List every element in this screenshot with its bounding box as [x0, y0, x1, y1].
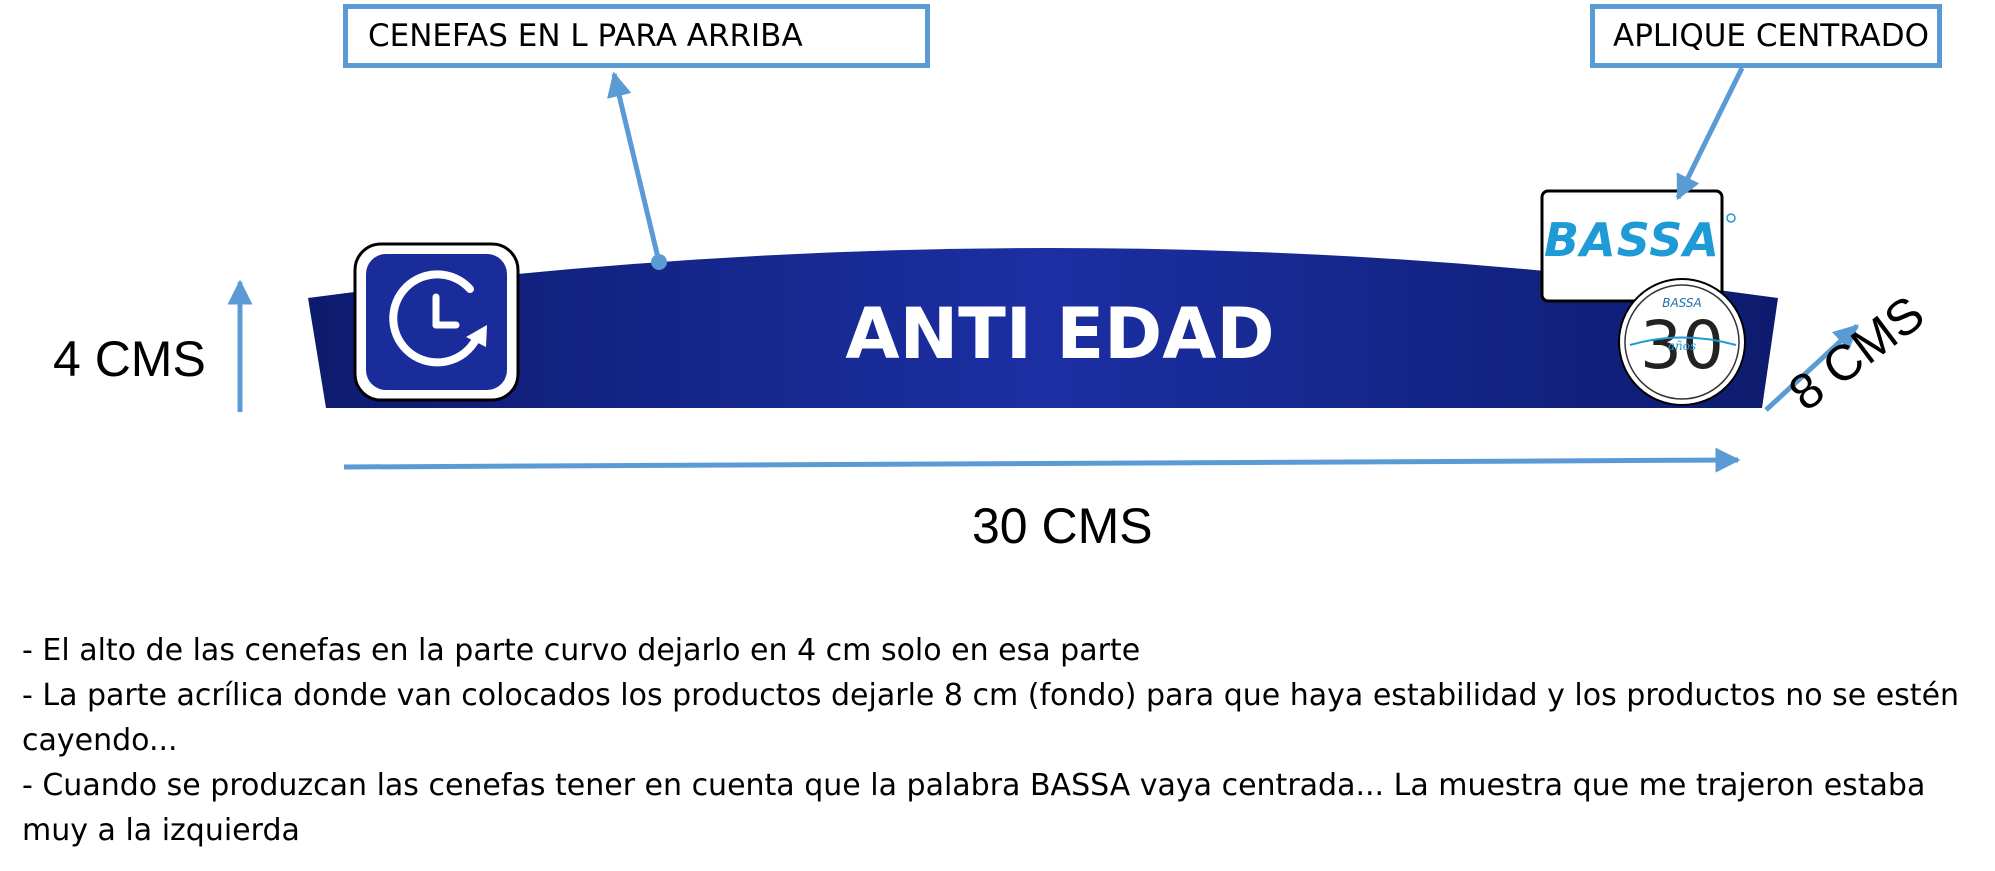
width-arrow — [343, 447, 1741, 473]
cenefas-pointer-arrow — [607, 71, 662, 263]
bassa-logo-text: BASSA — [1544, 213, 1720, 267]
banner-title: ANTI EDAD — [845, 293, 1274, 375]
callout-aplique-label: APLIQUE CENTRADO — [1613, 18, 1929, 54]
note-item: - El alto de las cenefas en la parte cur… — [22, 633, 1141, 668]
callout-cenefas-label: CENEFAS EN L PARA ARRIBA — [368, 18, 803, 54]
clock-refresh-icon — [353, 242, 520, 402]
note-item: - Cuando se produzcan las cenefas tener … — [22, 768, 1926, 848]
diagram-canvas: ANTI EDAD BASSA BASSA 30 años CENEFAS EN… — [0, 0, 1995, 871]
callout-aplique: APLIQUE CENTRADO — [1590, 4, 1942, 68]
anniversary-script: años — [1668, 339, 1696, 353]
aplique-pointer-arrow — [1675, 66, 1745, 201]
notes-list: - El alto de las cenefas en la parte cur… — [22, 628, 1972, 853]
callout-cenefas: CENEFAS EN L PARA ARRIBA — [343, 4, 930, 68]
anniversary-seal: BASSA 30 años — [1618, 278, 1746, 406]
note-item: - La parte acrílica donde van colocados … — [22, 678, 1960, 758]
height-dimension-label: 4 CMS — [53, 331, 206, 387]
width-dimension-label: 30 CMS — [972, 498, 1153, 554]
cenefas-pointer-dot — [651, 254, 667, 270]
